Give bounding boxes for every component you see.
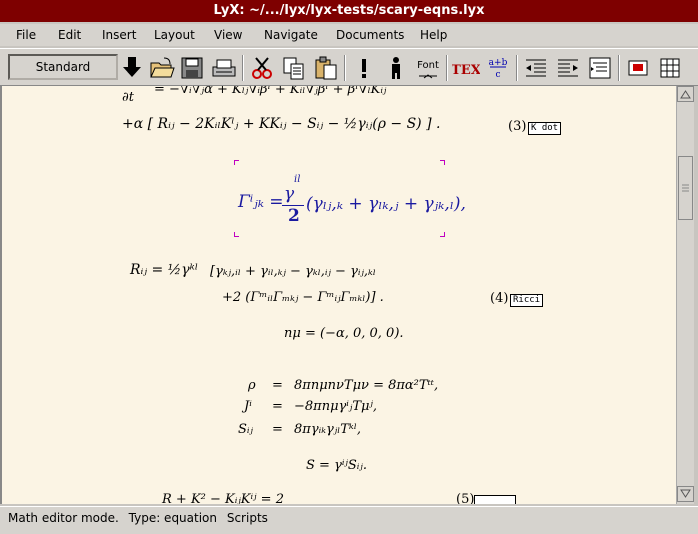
eq-sign: = <box>272 378 283 393</box>
tex-mode-button[interactable]: TEX <box>451 54 482 82</box>
ricci-line2: +2 (ΓᵐᵢₗΓₘₖⱼ − ΓᵐᵢⱼΓₘₖₗ)] . <box>222 290 384 305</box>
status-message: Math editor mode. Type: equation Scripts <box>8 511 274 525</box>
menu-layout[interactable]: Layout <box>154 28 195 42</box>
j-lhs: Jⁱ <box>244 399 252 414</box>
toolbar-separator <box>516 55 518 81</box>
document-canvas[interactable]: ∂t = −∇ᵢ∇ⱼα + Kₗⱼ∇ᵢβˡ + Kᵢₗ∇ⱼβˡ + βˡ∇ₗKᵢ… <box>0 86 676 504</box>
christoffel-superscript[interactable]: il <box>294 174 300 185</box>
toolbar-separator <box>242 55 244 81</box>
depth-decrease-icon[interactable] <box>522 54 550 82</box>
paste-icon[interactable] <box>312 54 340 82</box>
combo-dropdown-icon[interactable] <box>120 54 144 80</box>
menu-file[interactable]: File <box>16 28 36 42</box>
font-button[interactable]: Font <box>414 54 442 82</box>
status-type: Type: equation <box>128 511 218 525</box>
tex-label: TEX <box>452 63 480 78</box>
insert-figure-icon[interactable] <box>624 54 652 82</box>
svg-text:c: c <box>495 70 500 80</box>
s-lhs: Sᵢⱼ <box>238 422 253 437</box>
eq-kdot-line1: = −∇ᵢ∇ⱼα + Kₗⱼ∇ᵢβˡ + Kᵢₗ∇ⱼβˡ + βˡ∇ₗKᵢⱼ <box>154 86 387 97</box>
depth-increase-icon[interactable] <box>554 54 582 82</box>
menu-help[interactable]: Help <box>420 28 447 42</box>
eq5-number: (5) <box>456 492 475 504</box>
insert-table-icon[interactable] <box>656 54 684 82</box>
noun-person-icon[interactable] <box>382 54 410 82</box>
menu-bar: File Edit Insert Layout View Navigate Do… <box>0 24 698 46</box>
vertical-scrollbar[interactable] <box>676 86 694 504</box>
table-of-contents-icon[interactable] <box>586 54 614 82</box>
menu-insert[interactable]: Insert <box>102 28 136 42</box>
christoffel-numerator[interactable]: γ <box>284 184 294 204</box>
scroll-down-icon[interactable] <box>677 486 694 502</box>
rho-lhs: ρ <box>248 378 256 393</box>
status-mode: Math editor mode. <box>8 511 119 525</box>
toolbar-separator <box>344 55 346 81</box>
toolbar-separator <box>446 55 448 81</box>
print-icon[interactable] <box>210 54 238 82</box>
math-box-corner <box>234 160 239 165</box>
scrollbar-thumb[interactable] <box>678 156 693 220</box>
status-bar: Math editor mode. Type: equation Scripts <box>0 506 698 534</box>
eq-sign: = <box>272 399 283 414</box>
rho-rhs: 8πnμnνTμν = 8πα²Tᵗᵗ, <box>294 378 439 393</box>
eq5-label[interactable] <box>474 495 516 504</box>
j-rhs: −8πnμγⁱⱼTμʲ, <box>294 399 378 414</box>
ricci-line1: [γₖⱼ,ᵢₗ + γᵢₗ,ₖⱼ − γₖₗ,ᵢⱼ − γᵢⱼ,ₖₗ <box>210 264 376 279</box>
scroll-up-icon[interactable] <box>677 86 694 102</box>
layout-combo[interactable]: Standard <box>8 54 118 80</box>
christoffel-denominator[interactable]: 2 <box>288 206 300 226</box>
save-icon[interactable] <box>178 54 206 82</box>
emphasis-icon[interactable] <box>350 54 378 82</box>
menu-view[interactable]: View <box>214 28 242 42</box>
ricci-lhs: Rᵢⱼ = ½γᵏˡ <box>130 262 199 278</box>
menu-navigate[interactable]: Navigate <box>264 28 318 42</box>
window-title-bar: LyX: ~/.../lyx/lyx-tests/scary-eqns.lyx <box>0 0 698 22</box>
status-scripts: Scripts <box>226 511 268 525</box>
trace-eq: S = γⁱʲSᵢⱼ. <box>306 458 367 473</box>
window-title: LyX: ~/.../lyx/lyx-tests/scary-eqns.lyx <box>213 3 485 18</box>
open-folder-icon[interactable] <box>148 54 176 82</box>
font-label: Font <box>417 60 439 71</box>
math-box-corner <box>234 232 239 237</box>
constraint-eq-partial: R + K² − KᵢⱼKⁱʲ = 2 <box>162 492 284 504</box>
eq-sign: = <box>272 422 283 437</box>
cut-icon[interactable] <box>248 54 276 82</box>
eq3-label[interactable]: K dot <box>528 121 562 135</box>
menu-edit[interactable]: Edit <box>58 28 81 42</box>
copy-icon[interactable] <box>280 54 308 82</box>
normal-vector-eq: nμ = (−α, 0, 0, 0). <box>284 326 404 341</box>
math-box-corner <box>440 160 445 165</box>
s-rhs: 8πγᵢₖγⱼₗTᵏˡ, <box>294 422 361 437</box>
christoffel-rhs[interactable]: (γₗⱼ,ₖ + γₗₖ,ⱼ + γⱼₖ,ₗ), <box>306 194 466 214</box>
eq3-number: (3) <box>508 119 527 134</box>
eq4-number: (4) <box>490 291 509 306</box>
eq-kdot-line2: +α [ Rᵢⱼ − 2KᵢₗKˡⱼ + KKᵢⱼ − Sᵢⱼ − ½γᵢⱼ(ρ… <box>122 116 441 132</box>
menu-documents[interactable]: Documents <box>336 28 404 42</box>
toolbar: Standard Font TEX a+b c <box>0 48 698 86</box>
eq-partial-t: ∂t <box>122 90 134 105</box>
christoffel-lhs[interactable]: Γⁱⱼₖ = <box>238 192 284 212</box>
math-mode-button[interactable]: a+b c <box>484 54 512 82</box>
eq4-label[interactable]: Ricci <box>510 293 544 307</box>
math-box-corner <box>440 232 445 237</box>
toolbar-separator <box>618 55 620 81</box>
